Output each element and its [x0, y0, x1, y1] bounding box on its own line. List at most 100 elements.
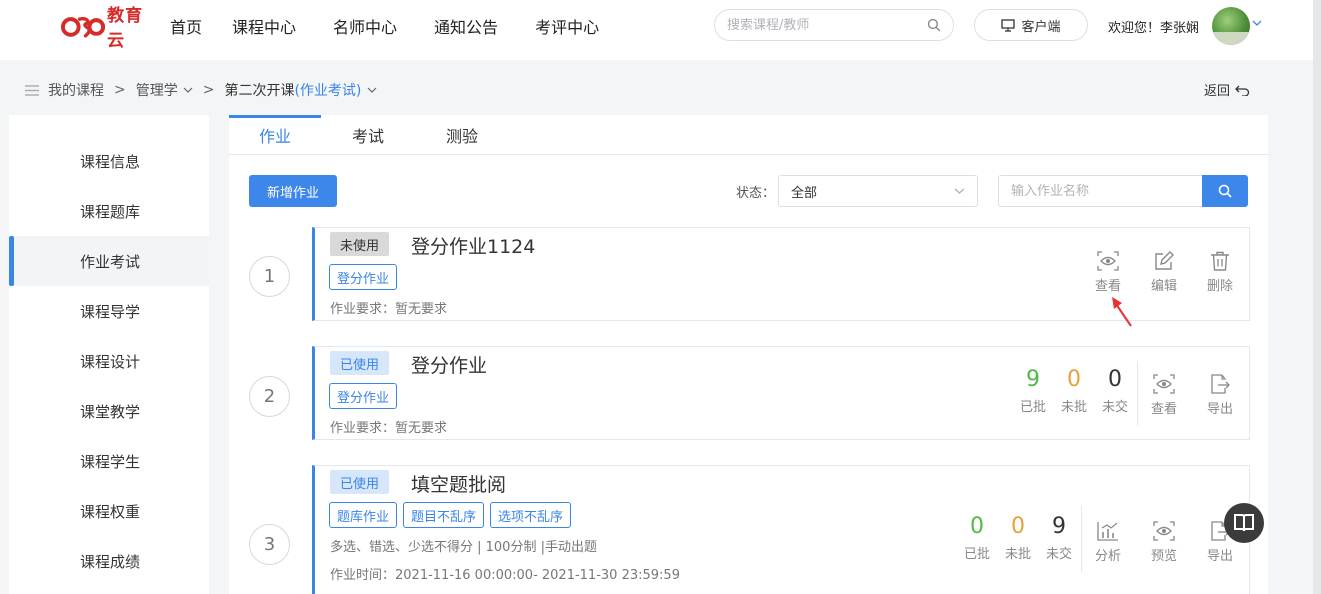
assignment-title[interactable]: 登分作业1124 — [411, 232, 535, 259]
main-nav: 首页 课程中心 名师中心 通知公告 考评中心 — [170, 0, 636, 52]
sidebar-item-weights[interactable]: 课程权重 — [9, 486, 209, 536]
header-search-input[interactable] — [727, 17, 914, 33]
client-label: 客户端 — [1021, 19, 1061, 35]
assignment-title[interactable]: 登分作业 — [411, 351, 487, 378]
menu-icon[interactable] — [24, 84, 40, 97]
homework-search — [998, 175, 1248, 207]
status-filter-select[interactable]: 全部 — [778, 175, 978, 207]
status-filter-label: 状态： — [736, 186, 776, 201]
nav-notices[interactable]: 通知公告 — [434, 14, 498, 38]
assignment-tag: 题库作业 — [329, 502, 398, 528]
chart-icon — [1097, 522, 1118, 541]
chevron-down-icon — [954, 188, 965, 194]
stat-graded-label: 已批 — [1019, 400, 1046, 415]
stat-ungraded: 0 未批 — [1054, 367, 1094, 415]
sidebar-item-course-design[interactable]: 课程设计 — [9, 336, 209, 386]
edit-icon — [1155, 251, 1174, 270]
back-label: 返回 — [1204, 84, 1231, 99]
assignment-tag: 选项不乱序 — [490, 502, 572, 528]
delete-button[interactable]: 删除 — [1198, 251, 1242, 294]
status-filter-value: 全部 — [791, 185, 818, 201]
sidebar-item-course-guide[interactable]: 课程导学 — [9, 286, 209, 336]
export-icon — [1211, 374, 1230, 394]
logo-icon — [60, 16, 106, 38]
breadcrumb-section: (作业考试) — [294, 83, 362, 99]
header-search — [714, 9, 954, 41]
sidebar-item-homework-exam[interactable]: 作业考试 — [9, 236, 209, 286]
sidebar-item-students[interactable]: 课程学生 — [9, 436, 209, 486]
chevron-down-icon[interactable] — [367, 86, 377, 94]
sidebar-item-course-info[interactable]: 课程信息 — [9, 136, 209, 186]
chevron-down-icon[interactable] — [1252, 19, 1262, 27]
breadcrumb-separator: > — [114, 82, 126, 98]
sidebar-item-classroom[interactable]: 课堂教学 — [9, 386, 209, 436]
breadcrumb-separator: > — [202, 82, 215, 98]
breadcrumb-course[interactable]: 管理学 — [136, 80, 178, 100]
assignment-tags: 登分作业 — [329, 383, 398, 409]
assignment-index: 3 — [249, 524, 290, 565]
stat-graded-value: 9 — [1026, 367, 1040, 392]
floating-help-button[interactable] — [1224, 503, 1264, 543]
eye-icon — [1153, 521, 1175, 541]
stat-unsubmitted-value: 0 — [1108, 367, 1122, 392]
back-button[interactable]: 返回 — [1204, 80, 1250, 99]
monitor-icon — [1001, 18, 1016, 32]
export-button[interactable]: 导出 — [1198, 374, 1242, 417]
chevron-down-icon[interactable] — [183, 86, 193, 94]
sidebar-item-question-bank[interactable]: 课程题库 — [9, 186, 209, 236]
tab-quiz[interactable]: 测验 — [415, 115, 509, 155]
assignment-tags: 题库作业 题目不乱序 选项不乱序 — [329, 502, 572, 528]
stat-ungraded-value: 0 — [1067, 367, 1081, 392]
stat-ungraded-label: 未批 — [1060, 400, 1087, 415]
sidebar-item-grades[interactable]: 课程成绩 — [9, 536, 209, 586]
book-icon — [1234, 514, 1254, 532]
stat-graded-value: 0 — [970, 514, 984, 539]
page-scrollbar[interactable] — [1313, 0, 1321, 594]
breadcrumb-class[interactable]: 第二次开课 — [224, 80, 294, 100]
edit-button[interactable]: 编辑 — [1142, 251, 1186, 294]
site-logo[interactable]: 教育云 — [60, 6, 160, 51]
view-label: 查看 — [1094, 279, 1121, 294]
stat-graded-label: 已批 — [963, 547, 990, 562]
nav-course-center[interactable]: 课程中心 — [232, 14, 296, 38]
assignment-time: 作业时间：2021-11-16 00:00:00- 2021-11-30 23:… — [330, 568, 680, 583]
stat-unsubmitted-value: 9 — [1052, 514, 1066, 539]
tab-exam[interactable]: 考试 — [321, 115, 415, 155]
assignment-index: 2 — [249, 376, 290, 417]
stat-unsubmitted: 0 未交 — [1095, 367, 1135, 415]
search-icon — [1218, 184, 1232, 198]
stat-ungraded: 0 未批 — [998, 514, 1038, 562]
assignment-card: 已使用 填空题批阅 题库作业 题目不乱序 选项不乱序 多选、错选、少选不得分 |… — [312, 465, 1250, 594]
assignment-settings: 多选、错选、少选不得分 | 100分制 |手动出题 — [330, 540, 597, 555]
eye-icon — [1153, 374, 1175, 394]
assignment-tag: 登分作业 — [329, 264, 398, 290]
nav-home[interactable]: 首页 — [170, 14, 202, 38]
stat-unsubmitted: 9 未交 — [1039, 514, 1079, 562]
view-label: 查看 — [1150, 402, 1177, 417]
add-homework-button[interactable]: 新增作业 — [249, 175, 337, 207]
divider — [1081, 506, 1082, 572]
homework-name-input[interactable] — [998, 175, 1202, 207]
top-header: 教育云 首页 课程中心 名师中心 通知公告 考评中心 客户端 欢迎您！李张娴 — [0, 0, 1313, 60]
view-button[interactable]: 查看 — [1086, 251, 1130, 294]
preview-button[interactable]: 预览 — [1142, 521, 1186, 564]
stat-ungraded-label: 未批 — [1004, 547, 1031, 562]
analysis-button[interactable]: 分析 — [1086, 521, 1130, 564]
breadcrumb: 我的课程 > 管理学 > 第二次开课 (作业考试) — [24, 79, 377, 101]
view-button[interactable]: 查看 — [1142, 374, 1186, 417]
nav-evaluation-center[interactable]: 考评中心 — [535, 14, 599, 38]
stat-unsubmitted-label: 未交 — [1045, 547, 1072, 562]
course-sidebar: 课程信息 课程题库 作业考试 课程导学 课程设计 课堂教学 课程学生 课程权重 … — [9, 115, 209, 594]
avatar[interactable] — [1212, 7, 1250, 45]
assignment-card: 已使用 登分作业 登分作业 作业要求：暂无要求 9 已批 0 未批 0 未交 查… — [312, 346, 1250, 440]
tab-homework[interactable]: 作业 — [229, 115, 321, 155]
stat-ungraded-value: 0 — [1011, 514, 1025, 539]
search-icon[interactable] — [927, 18, 941, 32]
delete-label: 删除 — [1206, 279, 1233, 294]
preview-label: 预览 — [1150, 549, 1177, 564]
client-download-button[interactable]: 客户端 — [974, 9, 1088, 41]
assignment-title[interactable]: 填空题批阅 — [411, 470, 506, 497]
homework-search-button[interactable] — [1202, 175, 1248, 207]
breadcrumb-my-courses[interactable]: 我的课程 — [48, 80, 104, 100]
nav-teacher-center[interactable]: 名师中心 — [333, 14, 397, 38]
